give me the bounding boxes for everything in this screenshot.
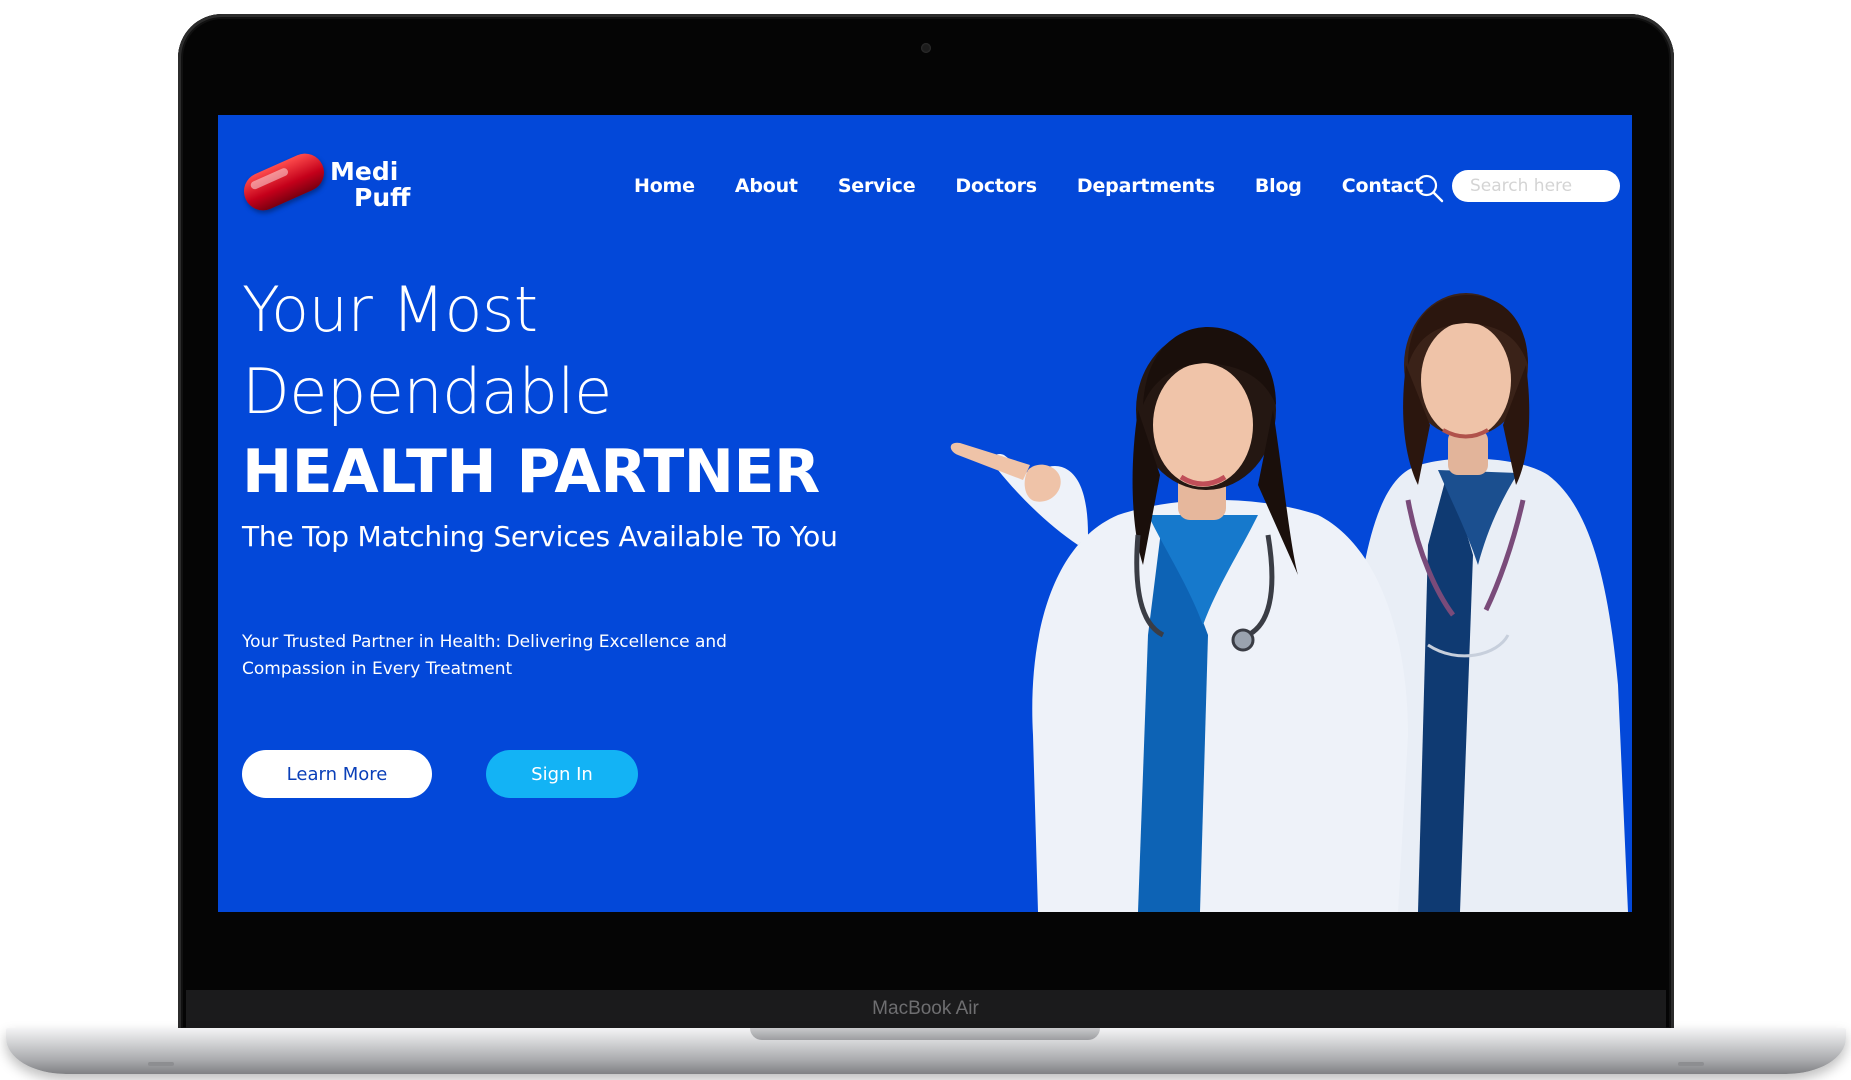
nav-about[interactable]: About: [735, 175, 798, 197]
model-label: MacBook Air: [872, 998, 979, 1019]
nav-doctors[interactable]: Doctors: [955, 175, 1037, 197]
logo[interactable]: Medi Puff: [237, 147, 412, 217]
website-screen: Medi Puff Home About Service Doctors Dep…: [218, 115, 1632, 912]
learn-more-button[interactable]: Learn More: [242, 750, 432, 798]
webcam: [921, 43, 931, 53]
doctors-illustration: [950, 293, 1628, 912]
nav-service[interactable]: Service: [838, 175, 916, 197]
nav-departments[interactable]: Departments: [1077, 175, 1215, 197]
laptop-notch: [750, 1028, 1100, 1040]
hero-heading-line2: Dependable: [242, 355, 612, 428]
nav-blog[interactable]: Blog: [1255, 175, 1302, 197]
hero-subtitle: The Top Matching Services Available To Y…: [242, 520, 838, 553]
main-nav: Home About Service Doctors Departments B…: [634, 175, 1423, 197]
search-input[interactable]: [1452, 170, 1620, 202]
nav-contact[interactable]: Contact: [1342, 175, 1424, 197]
sign-in-button[interactable]: Sign In: [486, 750, 638, 798]
logo-text: Medi Puff: [330, 159, 410, 211]
laptop-foot-right: [1678, 1062, 1704, 1066]
laptop-foot-left: [148, 1062, 174, 1066]
pill-icon: [237, 147, 331, 217]
logo-line1: Medi: [330, 157, 399, 186]
doctor-left-figure: [950, 327, 1408, 912]
hero-heading-line3: HEALTH PARTNER: [242, 437, 820, 507]
hero-description: Your Trusted Partner in Health: Deliveri…: [242, 632, 727, 679]
logo-line2: Puff: [354, 183, 411, 212]
hero-heading-line1: Your Most: [242, 273, 538, 346]
search-icon[interactable]: [1414, 173, 1444, 203]
nav-home[interactable]: Home: [634, 175, 695, 197]
